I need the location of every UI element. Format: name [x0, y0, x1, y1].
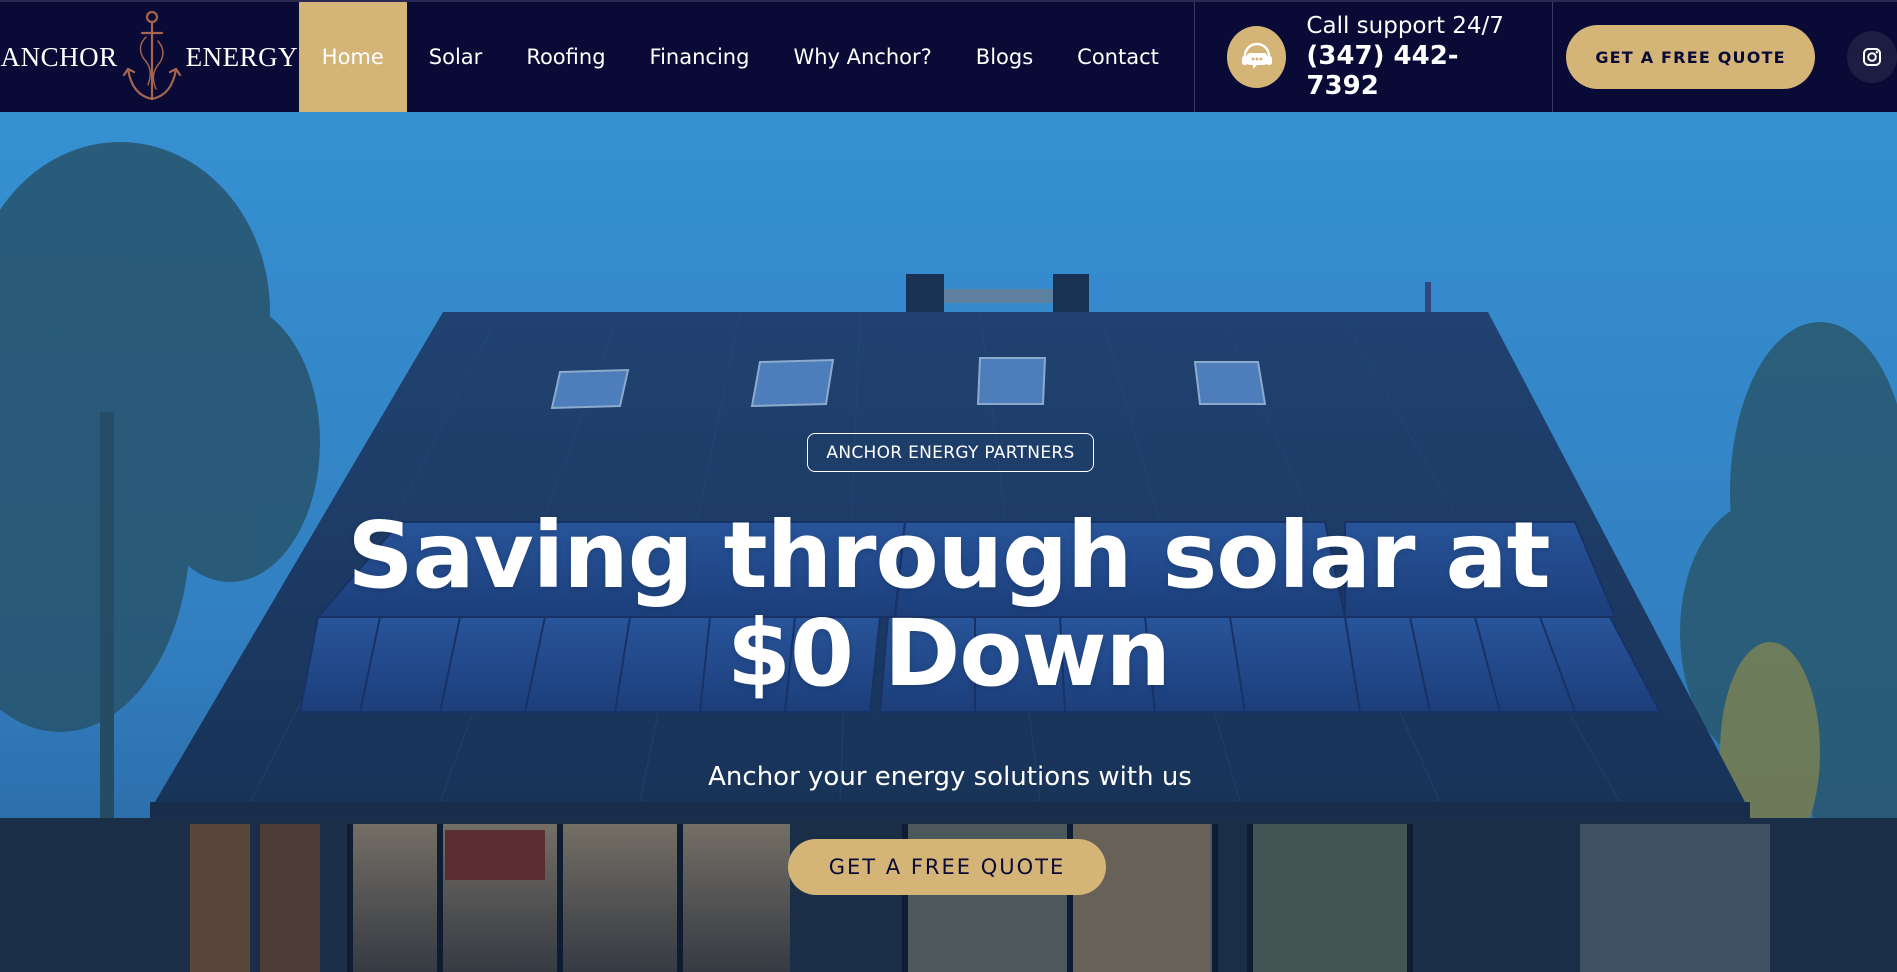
nav-item-financing[interactable]: Financing	[628, 2, 772, 112]
anchor-icon	[122, 10, 181, 101]
hero-section: ANCHOR ENERGY PARTNERS Saving through so…	[0, 112, 1897, 972]
brand-word-left: ANCHOR	[0, 41, 118, 72]
hero-title: Saving through solar at $0 Down	[300, 507, 1597, 703]
nav-item-solar[interactable]: Solar	[407, 2, 505, 112]
support-block[interactable]: Call support 24/7 (347) 442-7392	[1195, 2, 1552, 112]
nav-item-why-anchor[interactable]: Why Anchor?	[771, 2, 953, 112]
nav-item-contact[interactable]: Contact	[1055, 2, 1181, 112]
brand-word-right: ENERGY	[185, 41, 299, 72]
header-quote-button[interactable]: GET A FREE QUOTE	[1566, 25, 1815, 89]
hero-subtitle: Anchor your energy solutions with us	[708, 762, 1192, 792]
support-phone[interactable]: (347) 442-7392	[1306, 41, 1522, 101]
nav-item-blogs[interactable]: Blogs	[954, 2, 1055, 112]
hero-quote-button[interactable]: GET A FREE QUOTE	[788, 839, 1106, 895]
main-nav: Home Solar Roofing Financing Why Anchor?…	[298, 2, 1181, 112]
hero-title-line2: $0 Down	[726, 600, 1171, 707]
hero-badge: ANCHOR ENERGY PARTNERS	[807, 433, 1094, 472]
support-text: Call support 24/7 (347) 442-7392	[1306, 13, 1522, 101]
hero-title-line1: Saving through solar at	[347, 502, 1550, 609]
brand-logo[interactable]: ANCHOR ENERGY	[0, 2, 299, 112]
site-header: ANCHOR ENERGY Home Solar Roofing Financi…	[0, 0, 1897, 112]
support-label: Call support 24/7	[1306, 13, 1504, 39]
header-divider-right	[1552, 2, 1554, 112]
nav-item-home[interactable]: Home	[298, 2, 407, 112]
headset-chat-icon	[1226, 26, 1287, 88]
instagram-icon[interactable]	[1846, 31, 1897, 83]
nav-item-roofing[interactable]: Roofing	[504, 2, 627, 112]
